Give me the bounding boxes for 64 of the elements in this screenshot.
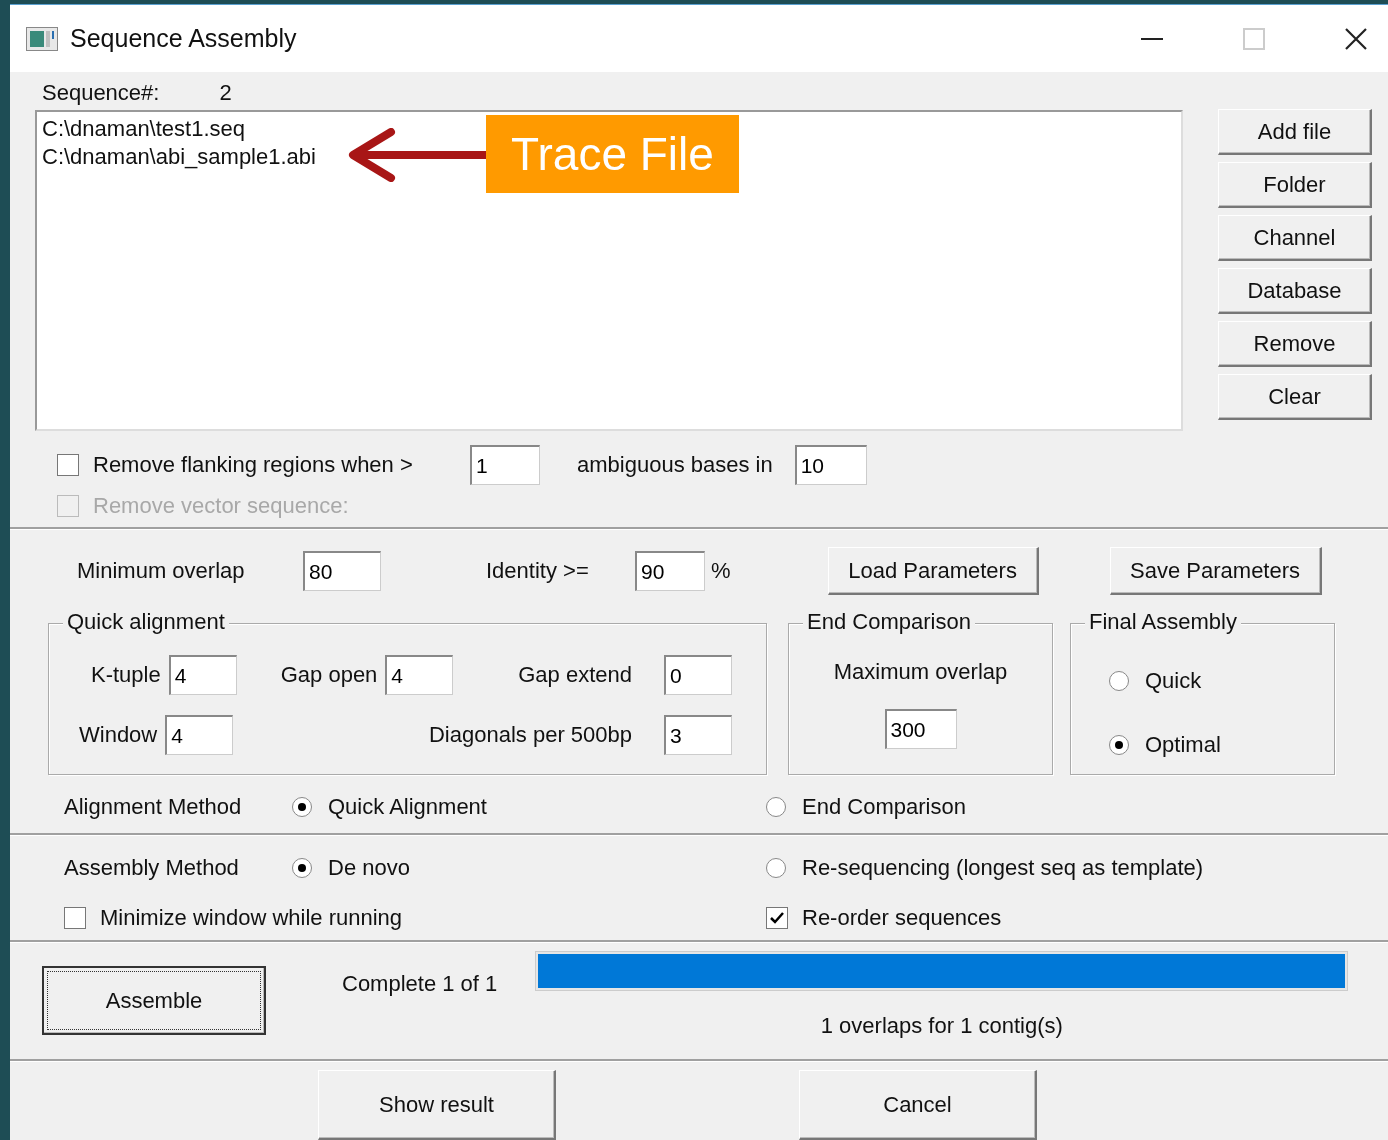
input-field[interactable]: 80 [303,551,381,591]
file-item[interactable]: C:\dnaman\test1.seq [42,115,245,143]
field-label: Minimum overlap [77,558,246,584]
cancel-button[interactable]: Cancel [799,1070,1037,1140]
checkbox-label: Minimize window while running [100,905,403,931]
radio-label: Re-sequencing (longest seq as template) [802,855,1204,881]
input-field[interactable]: 1 [470,445,540,485]
field-label: Window [79,722,158,748]
field-label: Diagonals per 500bp [428,722,632,748]
callout-label: Trace File [486,115,739,193]
side-button[interactable]: Channel [1218,215,1372,261]
checkbox-label: Re-order sequences [802,905,1002,931]
field-label: Alignment Method [64,794,243,820]
radio-button[interactable] [766,797,786,817]
field-label: K-tuple [91,662,161,688]
radio-button[interactable] [1109,671,1129,691]
side-button[interactable]: Add file [1218,109,1372,155]
input-field[interactable]: 300 [884,709,957,749]
show-result-button[interactable]: Show result [318,1070,556,1140]
field-label: Gap open [280,662,378,688]
sequence-count-label: Sequence#: [42,80,160,106]
file-item[interactable]: C:\dnaman\abi_sample1.abi [42,143,316,171]
close-icon[interactable] [1344,26,1368,51]
checkbox[interactable] [64,907,86,929]
input-field[interactable]: 90 [635,551,705,591]
progress-label: Complete 1 of 1 [342,971,498,998]
unit-label: % [711,558,731,584]
radio-button[interactable] [292,858,312,878]
window-title: Sequence Assembly [70,24,297,53]
field-label: ambiguous bases in [577,452,773,478]
field-label: Assembly Method [64,855,240,881]
radio-button[interactable] [766,858,786,878]
input-field[interactable]: 4 [168,655,237,695]
app-icon [26,26,58,51]
radio-button[interactable] [292,797,312,817]
file-list[interactable]: C:\dnaman\test1.seq C:\dnaman\abi_sample1.abi Trace File [35,110,1183,431]
field-label: Maximum overlap [833,659,1008,685]
load-parameters-button[interactable]: Load Parameters [827,547,1039,595]
side-button[interactable]: Clear [1218,374,1372,420]
check-icon [769,910,785,926]
radio-label: Optimal [1145,732,1221,758]
radio-label: De novo [328,855,410,881]
checkbox-label: Remove vector sequence: [93,493,349,519]
input-field[interactable]: 0 [664,655,732,695]
radio-label: Quick Alignment [328,794,487,820]
radio-label: Quick [1145,668,1202,694]
radio-button[interactable] [1109,735,1129,755]
input-field[interactable]: 3 [664,715,732,755]
assemble-button[interactable]: Assemble [42,966,266,1035]
side-button[interactable]: Folder [1218,162,1372,208]
checkbox[interactable] [766,907,788,929]
status-text: 1 overlaps for 1 contig(s) [820,1013,1063,1039]
save-parameters-button[interactable]: Save Parameters [1109,547,1322,595]
input-field[interactable]: 4 [165,715,234,755]
input-field[interactable]: 4 [385,655,454,695]
field-label: Gap extend [518,662,632,688]
side-button[interactable]: Database [1218,268,1372,314]
input-field[interactable]: 10 [794,445,867,485]
side-button[interactable]: Remove [1218,321,1372,367]
field-label: Identity >= [486,558,590,584]
radio-label: End Comparison [802,794,966,820]
checkbox[interactable] [57,454,79,476]
sequence-count-value: 2 [219,80,232,106]
checkbox-label: Remove flanking regions when > [93,452,414,478]
